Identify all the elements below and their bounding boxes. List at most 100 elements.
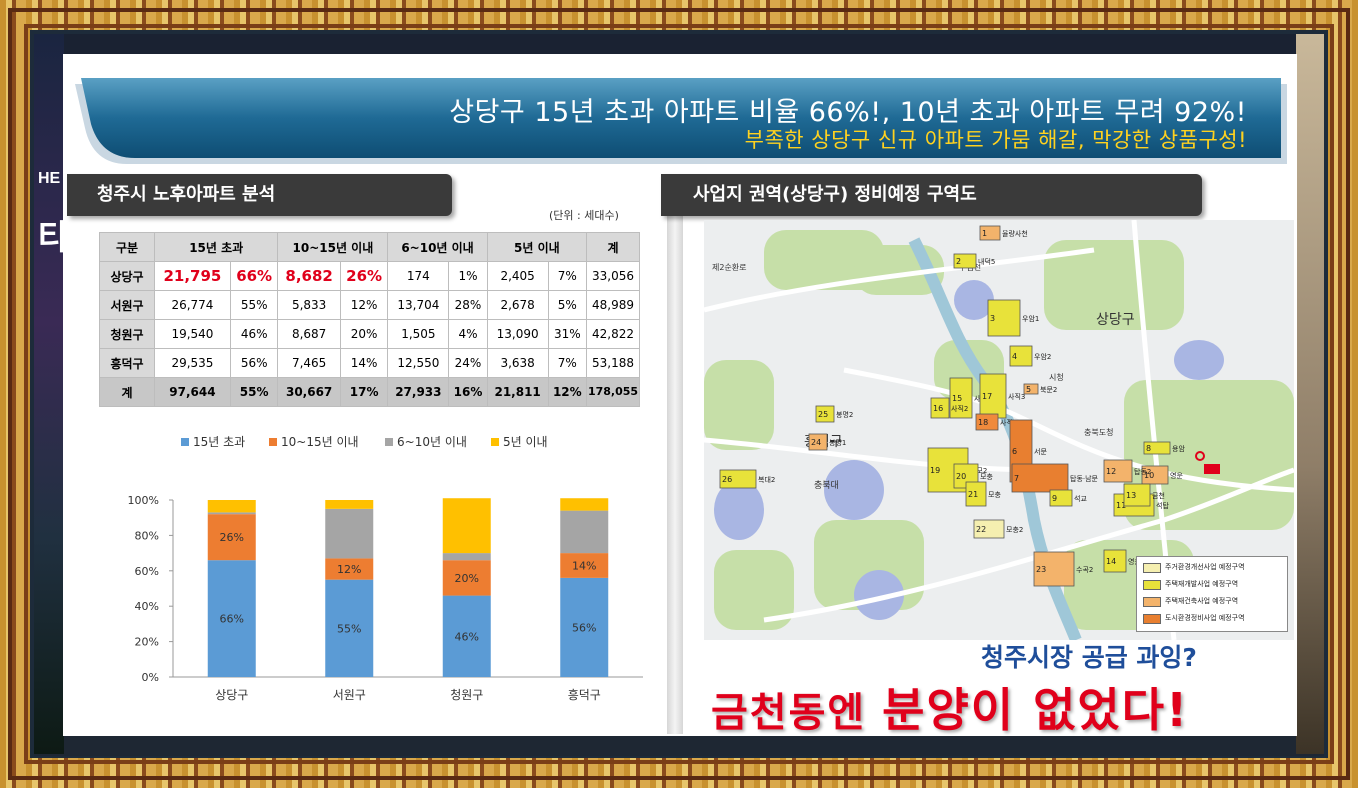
banner-subheadline: 부족한 상당구 신규 아파트 가뭄 해갈, 막강한 상품구성! xyxy=(744,128,1247,152)
table-header: 6~10년 이내 xyxy=(387,232,488,262)
table-cell: 27,933 xyxy=(387,377,450,407)
road-label: 시청 xyxy=(1049,373,1064,382)
zone-name: 모충2 xyxy=(1006,525,1023,534)
panel-title-zone-map: 사업지 권역(상당구) 정비예정 구역도 xyxy=(661,174,1202,216)
water-area xyxy=(714,480,764,540)
table-cell: 56% xyxy=(229,348,279,378)
zone-name: 우암2 xyxy=(1034,353,1051,361)
row-header: 계 xyxy=(99,377,155,407)
table-header: 15년 초과 xyxy=(153,232,279,262)
zone-number: 2 xyxy=(956,257,961,266)
zone-name: 우암1 xyxy=(1022,315,1039,323)
zone-number: 17 xyxy=(982,392,992,401)
zone-number: 4 xyxy=(1012,352,1017,361)
row-header: 상당구 xyxy=(99,261,155,291)
table-cell: 33,056 xyxy=(586,261,640,291)
table-cell: 48,989 xyxy=(586,290,640,320)
info-sheet: 상당구 15년 초과 아파트 비율 66%!, 10년 초과 아파트 무려 92… xyxy=(63,54,1297,737)
zone-number: 12 xyxy=(1106,467,1116,476)
zone-name: 탑동2 xyxy=(1134,468,1151,476)
data-label: 46% xyxy=(455,630,479,643)
table-header: 계 xyxy=(586,232,640,262)
zone-number: 24 xyxy=(811,438,821,447)
table-cell: 16% xyxy=(448,377,488,407)
table-cell: 12,550 xyxy=(387,348,450,378)
table-cell: 7% xyxy=(547,261,588,291)
table-header-row: 구분 15년 초과 10~15년 이내 6~10년 이내 5년 이내 계 xyxy=(99,232,640,262)
park-area xyxy=(704,360,774,450)
row-header: 서원구 xyxy=(99,290,155,320)
y-tick-label: 40% xyxy=(135,600,159,613)
table-cell: 46% xyxy=(229,319,279,349)
table-cell: 7,465 xyxy=(277,348,341,378)
bar-segment xyxy=(207,500,256,513)
table-cell: 2,405 xyxy=(486,261,549,291)
panel-divider xyxy=(667,174,683,734)
road-label: 충북도청 xyxy=(1084,428,1113,437)
bar-segment xyxy=(442,498,491,554)
table-cell: 42,822 xyxy=(586,319,640,349)
data-label: 20% xyxy=(455,572,479,585)
table-cell: 12% xyxy=(339,290,389,320)
zone-number: 1 xyxy=(982,229,987,238)
table-cell: 55% xyxy=(229,377,279,407)
table-cell: 7% xyxy=(547,348,588,378)
water-area xyxy=(1174,340,1224,380)
table-cell: 26% xyxy=(339,261,389,291)
table-header: 10~15년 이내 xyxy=(277,232,389,262)
table-cell: 13,704 xyxy=(387,290,450,320)
x-tick-label: 청원구 xyxy=(450,688,483,702)
zone-name: 내덕5 xyxy=(978,257,995,266)
table-header: 구분 xyxy=(99,232,155,262)
x-tick-label: 상당구 xyxy=(215,688,248,702)
zone-number: 18 xyxy=(978,418,988,427)
bar-segment xyxy=(207,512,256,515)
legend-swatch xyxy=(491,438,499,446)
zone-number: 22 xyxy=(976,525,986,534)
zone-number: 15 xyxy=(952,394,962,403)
site-flag-icon xyxy=(1204,464,1220,474)
table-cell: 21,795 xyxy=(154,261,231,291)
table-cell: 13,090 xyxy=(486,319,549,349)
callout-headline: 금천동엔 분양이 없었다! xyxy=(711,674,1189,740)
table-cell: 66% xyxy=(229,261,279,291)
table-row: 청원구 19,540 46% 8,687 20% 1,505 4% 13,090… xyxy=(99,319,640,349)
row-header: 청원구 xyxy=(99,319,155,349)
table-cell: 28% xyxy=(448,290,488,320)
y-tick-label: 60% xyxy=(135,565,159,578)
legend-label: 도시환경정비사업 예정구역 xyxy=(1165,614,1245,622)
table-cell: 4% xyxy=(448,319,488,349)
y-tick-label: 80% xyxy=(135,529,159,542)
x-tick-label: 서원구 xyxy=(333,688,366,702)
zone-name: 율량사천 xyxy=(1002,229,1028,238)
table-cell: 1,505 xyxy=(387,319,450,349)
zone-number: 5 xyxy=(1026,385,1031,394)
table-cell: 29,535 xyxy=(154,348,231,378)
unit-label: (단위 : 세대수) xyxy=(549,209,619,222)
table-row: 서원구 26,774 55% 5,833 12% 13,704 28% 2,67… xyxy=(99,290,640,320)
table-total-row: 계 97,644 55% 30,667 17% 27,933 16% 21,81… xyxy=(99,377,640,407)
zone-number: 3 xyxy=(990,314,995,323)
background-strip-right xyxy=(1296,34,1324,754)
zone-number: 14 xyxy=(1106,557,1116,566)
table-cell: 55% xyxy=(229,290,279,320)
zone-name: 영운 xyxy=(1170,471,1183,480)
map-legend-item: 주거환경개선사업 예정구역 xyxy=(1143,560,1283,574)
zone-name: 모충 xyxy=(988,490,1001,499)
legend-swatch xyxy=(1143,614,1161,624)
aging-apartment-table: 구분 15년 초과 10~15년 이내 6~10년 이내 5년 이내 계 상당구… xyxy=(99,232,640,407)
table-cell: 1% xyxy=(448,261,488,291)
legend-swatch xyxy=(181,438,189,446)
table-cell: 30,667 xyxy=(277,377,341,407)
zone-name: 석교 xyxy=(1074,494,1087,503)
zone-name: 서문 xyxy=(1034,447,1047,456)
side-text-top: HE xyxy=(38,170,61,187)
zone-number: 16 xyxy=(933,404,943,413)
zone-name: 탑동·남문 xyxy=(1070,474,1099,483)
road-label: 제2순환로 xyxy=(712,262,747,272)
zone-number: 7 xyxy=(1014,474,1019,483)
legend-label: 6~10년 이내 xyxy=(397,435,467,449)
zone-number: 19 xyxy=(930,466,940,475)
bar-segment xyxy=(325,508,374,559)
map-legend: 주거환경개선사업 예정구역 주택재개발사업 예정구역 주택재건축사업 예정구역 … xyxy=(1136,556,1288,632)
